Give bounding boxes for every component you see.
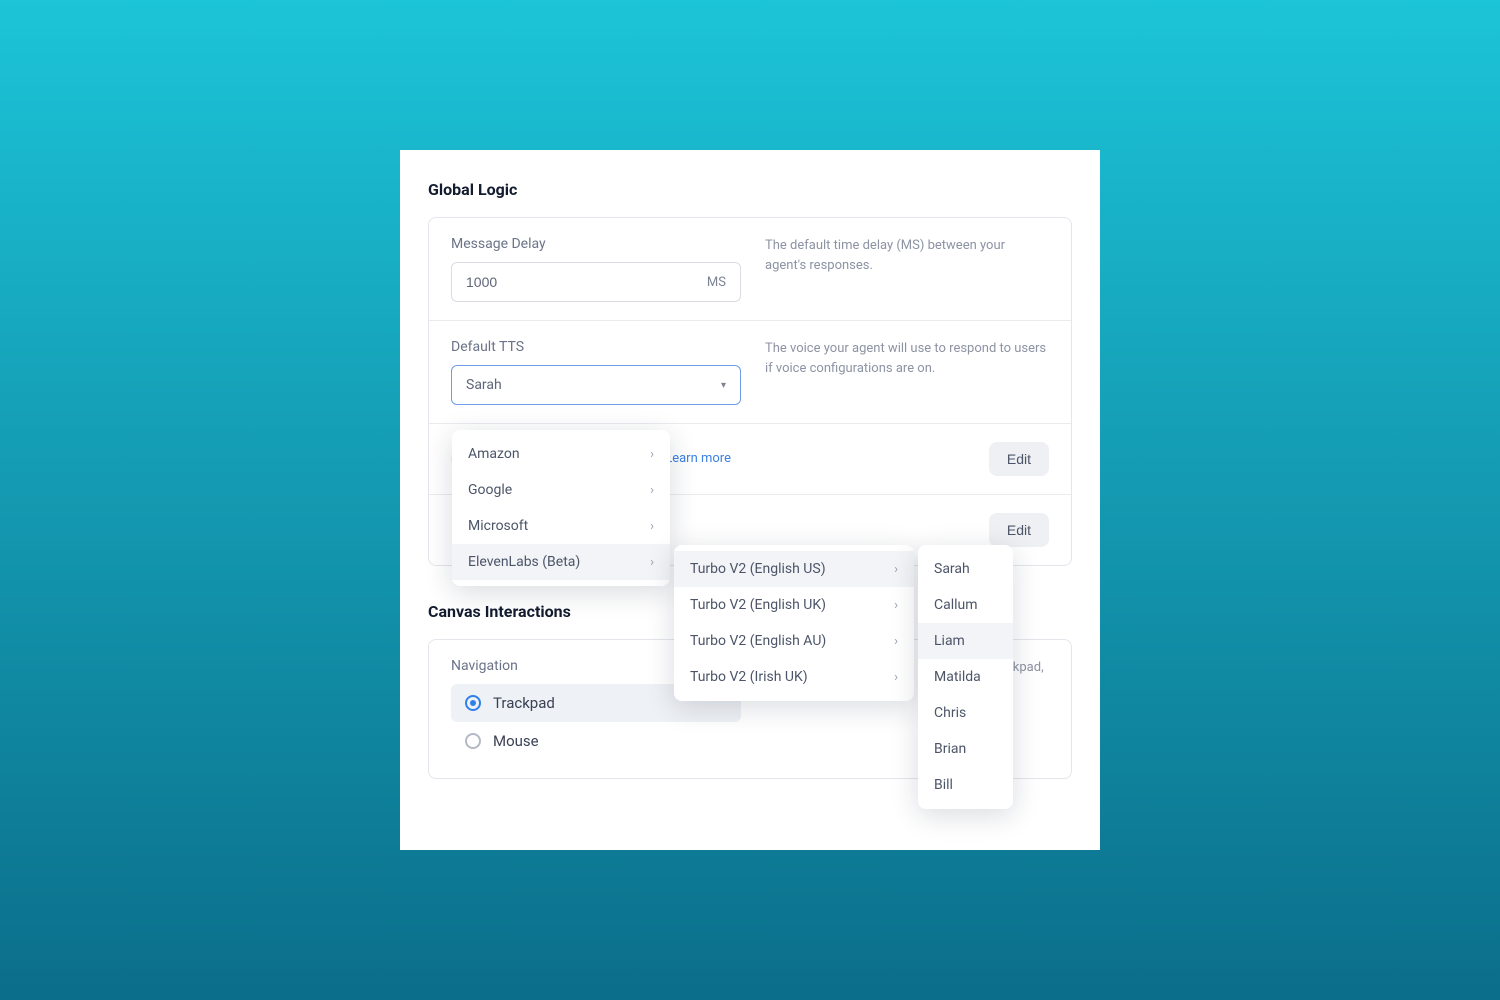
message-delay-unit: MS: [707, 275, 726, 290]
tts-provider-menu: Amazon›Google›Microsoft›ElevenLabs (Beta…: [452, 430, 670, 586]
tts-provider-item[interactable]: ElevenLabs (Beta) ›: [452, 544, 670, 580]
tts-voice-item[interactable]: Liam: [918, 623, 1013, 659]
message-delay-row: Message Delay MS The default time delay …: [429, 218, 1071, 321]
message-delay-label: Message Delay: [451, 236, 741, 252]
message-delay-input[interactable]: [466, 274, 707, 290]
tts-voice-item-label: Liam: [934, 633, 965, 649]
default-tts-label: Default TTS: [451, 339, 741, 355]
chevron-right-icon: ›: [650, 555, 654, 570]
tts-model-item-label: Turbo V2 (English UK): [690, 597, 826, 613]
tts-provider-item-label: Microsoft: [468, 518, 528, 534]
tts-model-item-label: Turbo V2 (Irish UK): [690, 669, 808, 685]
tts-voice-item[interactable]: Chris: [918, 695, 1013, 731]
no-match-edit-button[interactable]: Edit: [989, 442, 1049, 476]
tts-model-item[interactable]: Turbo V2 (English UK) ›: [674, 587, 914, 623]
chevron-right-icon: ›: [650, 519, 654, 534]
default-tts-select[interactable]: Sarah ▾: [451, 365, 741, 405]
tts-voice-menu: Sarah Callum Liam Matilda Chris Brian Bill: [918, 545, 1013, 809]
message-delay-input-wrap[interactable]: MS: [451, 262, 741, 302]
radio-icon: [465, 695, 481, 711]
tts-provider-item[interactable]: Microsoft ›: [452, 508, 670, 544]
chevron-right-icon: ›: [894, 598, 898, 613]
tts-provider-item-label: Google: [468, 482, 512, 498]
nav-option-label: Trackpad: [493, 694, 555, 712]
tts-model-item[interactable]: Turbo V2 (English US) ›: [674, 551, 914, 587]
default-tts-selected: Sarah: [466, 377, 502, 393]
radio-icon: [465, 733, 481, 749]
tts-voice-item[interactable]: Sarah: [918, 551, 1013, 587]
tts-voice-item-label: Matilda: [934, 669, 981, 685]
row2-edit-button[interactable]: Edit: [989, 513, 1049, 547]
tts-voice-item-label: Sarah: [934, 561, 970, 577]
caret-down-icon: ▾: [721, 380, 726, 391]
default-tts-desc: The voice your agent will use to respond…: [765, 339, 1049, 378]
default-tts-row: Default TTS Sarah ▾ The voice your agent…: [429, 321, 1071, 424]
nav-option-mouse[interactable]: Mouse: [451, 722, 741, 760]
tts-model-item[interactable]: Turbo V2 (English AU) ›: [674, 623, 914, 659]
nav-option-label: Mouse: [493, 732, 539, 750]
tts-voice-item-label: Callum: [934, 597, 978, 613]
chevron-right-icon: ›: [650, 483, 654, 498]
tts-voice-item[interactable]: Matilda: [918, 659, 1013, 695]
tts-voice-item-label: Chris: [934, 705, 966, 721]
tts-provider-item-label: ElevenLabs (Beta): [468, 554, 580, 570]
chevron-right-icon: ›: [894, 562, 898, 577]
tts-model-item[interactable]: Turbo V2 (Irish UK) ›: [674, 659, 914, 695]
tts-provider-item[interactable]: Google ›: [452, 472, 670, 508]
chevron-right-icon: ›: [650, 447, 654, 462]
tts-provider-item-label: Amazon: [468, 446, 520, 462]
tts-model-item-label: Turbo V2 (English US): [690, 561, 826, 577]
message-delay-desc: The default time delay (MS) between your…: [765, 236, 1049, 275]
tts-voice-item-label: Brian: [934, 741, 966, 757]
tts-voice-item[interactable]: Brian: [918, 731, 1013, 767]
tts-voice-item[interactable]: Bill: [918, 767, 1013, 803]
tts-voice-item-label: Bill: [934, 777, 953, 793]
chevron-right-icon: ›: [894, 670, 898, 685]
tts-model-menu: Turbo V2 (English US)›Turbo V2 (English …: [674, 545, 914, 701]
tts-voice-item[interactable]: Callum: [918, 587, 1013, 623]
settings-panel: Global Logic Message Delay MS The defaul…: [400, 150, 1100, 850]
tts-provider-item[interactable]: Amazon ›: [452, 436, 670, 472]
tts-model-item-label: Turbo V2 (English AU): [690, 633, 826, 649]
section-title-global-logic: Global Logic: [428, 180, 1072, 199]
no-match-learn-more-link[interactable]: Learn more: [665, 451, 731, 466]
chevron-right-icon: ›: [894, 634, 898, 649]
